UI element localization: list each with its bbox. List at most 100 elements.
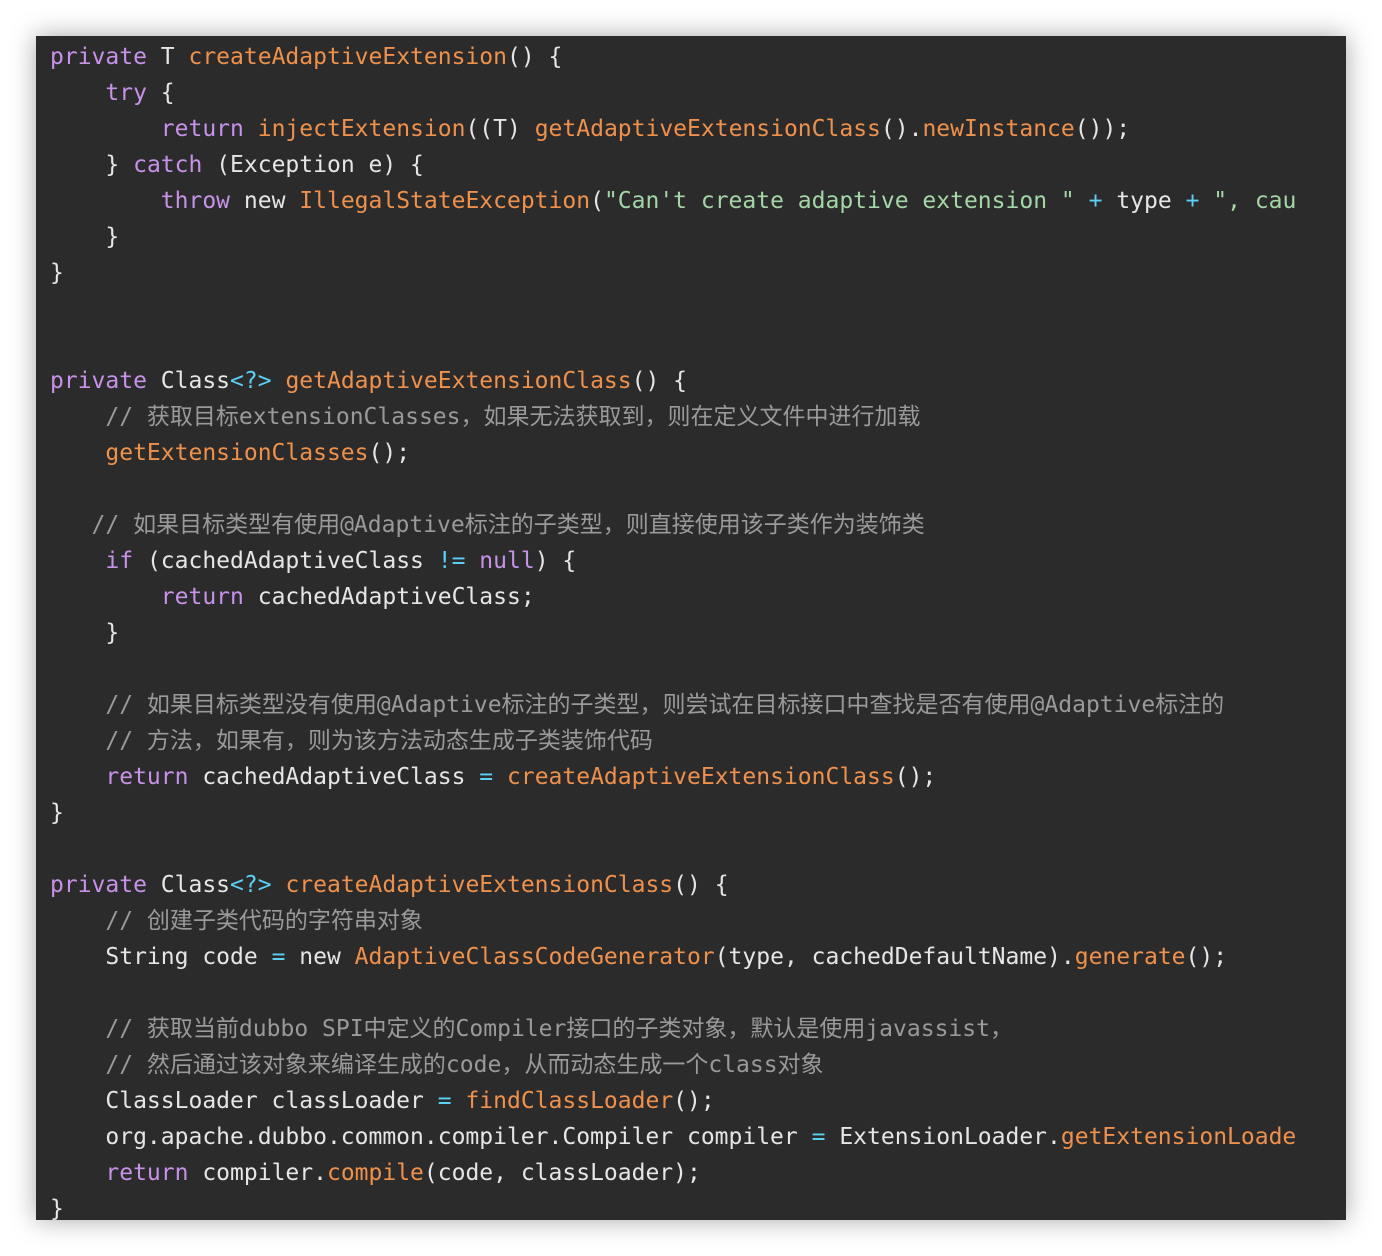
code-keyword: private — [50, 368, 147, 394]
code-line: return compiler.compile(code, classLoade… — [50, 1155, 1296, 1191]
code-function: getAdaptiveExtensionClass — [534, 116, 881, 142]
code-keyword: return — [105, 1160, 189, 1186]
code-comment: // 然后通过该对象来编译生成的code，从而动态生成一个class对象 — [105, 1052, 824, 1078]
code-operator: <?> — [230, 368, 272, 394]
code-keyword: private — [50, 44, 147, 70]
code-line: ClassLoader classLoader = findClassLoade… — [50, 1083, 1296, 1119]
code-keyword: return — [105, 764, 189, 790]
code-line: throw new IllegalStateException("Can't c… — [50, 183, 1297, 219]
code-operator: + — [1088, 188, 1103, 214]
code-text: String code — [50, 944, 272, 970]
code-text: ()); — [1074, 116, 1131, 142]
code-text: type — [1102, 188, 1186, 214]
code-text: } — [50, 1196, 64, 1220]
code-text: } — [50, 260, 64, 286]
code-keyword: if — [105, 548, 134, 574]
code-line: return cachedAdaptiveClass; — [50, 579, 1296, 615]
code-function: createAdaptiveExtensionClass — [285, 872, 674, 898]
code-comment: // 如果目标类型没有使用@Adaptive标注的子类型，则尝试在目标接口中查找… — [105, 692, 1225, 718]
code-text: (); — [673, 1088, 715, 1114]
code-line: // 如果目标类型有使用@Adaptive标注的子类型，则直接使用该子类作为装饰… — [50, 507, 1296, 543]
code-operator: = — [437, 1088, 452, 1114]
code-function: AdaptiveClassCodeGenerator — [354, 944, 715, 970]
code-line: return cachedAdaptiveClass = createAdapt… — [50, 759, 1296, 795]
code-keyword: return — [160, 584, 244, 610]
code-text: ) { — [534, 548, 577, 574]
code-keyword: catch — [133, 152, 203, 178]
code-function: findClassLoader — [465, 1088, 674, 1114]
code-text: } — [50, 800, 64, 826]
code-text: (cachedAdaptiveClass — [133, 548, 438, 574]
code-line: if (cachedAdaptiveClass != null) { — [50, 543, 1296, 579]
code-text: new — [230, 188, 300, 214]
code-operator: + — [1185, 188, 1200, 214]
code-text: (code, classLoader); — [423, 1160, 701, 1186]
code-text: } — [50, 224, 120, 250]
code-string: "Can't create adaptive extension " — [603, 188, 1075, 214]
code-text: (). — [880, 116, 923, 142]
code-operator: = — [271, 944, 286, 970]
code-keyword: null — [479, 548, 535, 574]
code-text: (); — [1185, 944, 1228, 970]
code-string: ", cau — [1213, 188, 1297, 214]
code-text: Class — [146, 368, 231, 394]
code-line: // 方法，如果有，则为该方法动态生成子类装饰代码 — [50, 723, 1296, 759]
code-operator: = — [479, 764, 494, 790]
code-function: getExtensionLoade — [1060, 1124, 1297, 1150]
code-line: } catch (Exception e) { — [50, 147, 1296, 183]
code-line: } — [50, 615, 1296, 651]
code-function: injectExtension — [257, 116, 466, 142]
code-text: () { — [631, 368, 688, 394]
code-line: return injectExtension((T) getAdaptiveEx… — [50, 111, 1296, 147]
code-line: // 创建子类代码的字符串对象 — [50, 903, 1296, 939]
code-comment: // 方法，如果有，则为该方法动态生成子类装饰代码 — [105, 728, 653, 754]
code-line: getExtensionClasses(); — [50, 435, 1296, 471]
code-function: createAdaptiveExtensionClass — [507, 764, 895, 790]
code-line: } — [50, 219, 1296, 255]
code-text: (); — [894, 764, 937, 790]
code-text: () { — [673, 872, 729, 898]
code-line: try { — [50, 75, 1296, 111]
code-text: ExtensionLoader. — [825, 1124, 1061, 1150]
code-line: private Class<?> createAdaptiveExtension… — [50, 867, 1296, 903]
code-operator: <?> — [230, 872, 272, 898]
code-block[interactable]: private T createAdaptiveExtension() { tr… — [50, 39, 1296, 1220]
code-operator: != — [437, 548, 466, 574]
code-line: org.apache.dubbo.common.compiler.Compile… — [50, 1119, 1296, 1155]
code-keyword: try — [105, 80, 147, 106]
code-text: T — [146, 44, 189, 70]
code-text: Class — [146, 872, 231, 898]
code-text: { — [146, 80, 175, 106]
code-line: } — [50, 1191, 1296, 1220]
code-function: getExtensionClasses — [105, 440, 369, 466]
code-text: } — [50, 152, 134, 178]
code-line: // 然后通过该对象来编译生成的code，从而动态生成一个class对象 — [50, 1047, 1296, 1083]
code-operator: = — [811, 1124, 826, 1150]
code-keyword: return — [160, 116, 244, 142]
code-line: // 如果目标类型没有使用@Adaptive标注的子类型，则尝试在目标接口中查找… — [50, 687, 1296, 723]
code-comment: // 创建子类代码的字符串对象 — [105, 908, 423, 934]
code-comment: // 获取当前dubbo SPI中定义的Compiler接口的子类对象，默认是使… — [105, 1016, 1013, 1042]
code-line: // 获取目标extensionClasses，如果无法获取到，则在定义文件中进… — [50, 399, 1296, 435]
code-text: ( — [590, 188, 604, 214]
